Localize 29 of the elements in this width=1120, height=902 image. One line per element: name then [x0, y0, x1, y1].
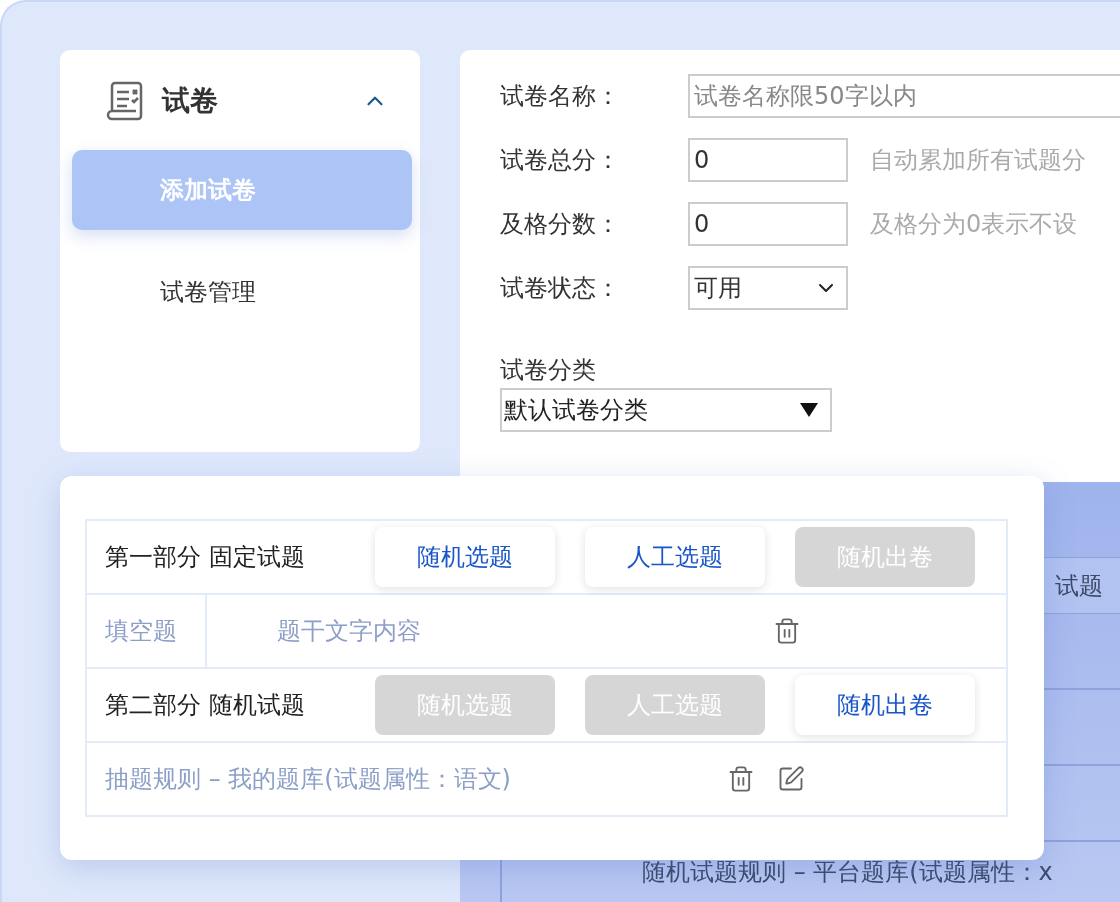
dropdown-triangle-icon	[800, 403, 818, 417]
field-label: 及格分数：	[500, 209, 621, 240]
select-field[interactable]: 默认试卷分类	[500, 388, 832, 432]
table-cell-text: 随机试题规则 – 平台题库(试题属性：x	[642, 857, 1053, 888]
exam-paper-icon	[106, 81, 144, 121]
question-type-cell: 填空题	[87, 595, 207, 667]
delete-icon[interactable]	[727, 765, 755, 793]
input-field[interactable]: 0	[688, 138, 848, 182]
rule-text: 抽题规则 – 我的题库(试题属性：语文)	[105, 764, 512, 795]
sidebar-group-title: 试卷	[162, 83, 219, 119]
action-button[interactable]: 随机选题	[375, 527, 555, 587]
field-label: 试卷总分：	[500, 145, 621, 176]
delete-icon[interactable]	[773, 617, 801, 645]
field-label: 试卷分类	[500, 355, 597, 386]
select-field[interactable]: 可用	[688, 266, 848, 310]
sidebar-item[interactable]: 试卷管理	[72, 252, 412, 332]
action-button[interactable]: 随机出卷	[795, 675, 975, 735]
field-label: 试卷状态：	[500, 273, 621, 304]
edit-icon[interactable]	[777, 765, 805, 793]
field-hint: 自动累加所有试题分	[870, 145, 1086, 176]
action-button[interactable]: 人工选题	[585, 527, 765, 587]
field-label: 试卷名称：	[500, 81, 621, 112]
question-text: 题干文字内容	[277, 616, 422, 647]
field-hint: 及格分为0表示不设	[870, 209, 1078, 240]
section-title: 第二部分 随机试题	[105, 690, 306, 721]
table-header-cell-text: 试题	[1055, 570, 1103, 602]
section-title: 第一部分 固定试题	[105, 542, 306, 573]
input-field[interactable]: 0	[688, 202, 848, 246]
input-field[interactable]: 试卷名称限50字以内	[688, 74, 1120, 118]
